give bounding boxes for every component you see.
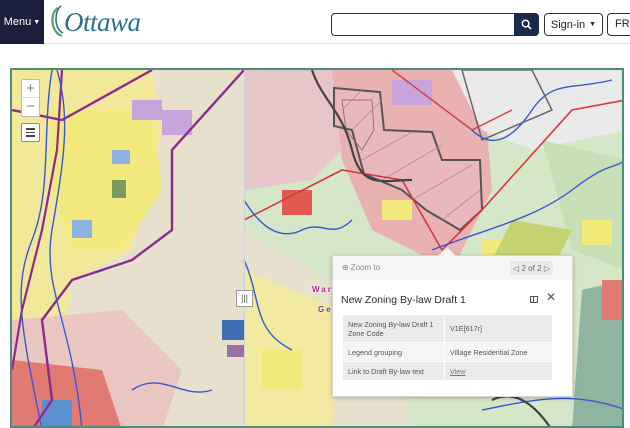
table-row: Legend grouping Village Residential Zone — [342, 342, 553, 362]
popup-title: New Zoning By-law Draft 1 — [341, 294, 466, 306]
table-row: New Zoning By-law Draft 1 Zone Code V1E[… — [342, 314, 553, 343]
dock-icon[interactable] — [530, 296, 538, 303]
zoom-out-button[interactable]: − — [22, 98, 39, 116]
attribute-key: New Zoning By-law Draft 1 Zone Code — [342, 314, 445, 343]
attribute-value: Village Residential Zone — [444, 342, 553, 362]
attribute-key: Link to Draft By-law text — [342, 361, 445, 381]
logo-wordmark: Ottawa — [64, 7, 141, 37]
menu-label: Menu — [3, 16, 32, 28]
caret-down-icon: ▼ — [33, 18, 41, 26]
view-bylaw-link[interactable]: View — [450, 367, 465, 376]
attribute-value: V1E[617r] — [444, 314, 553, 343]
zoom-to-button[interactable]: ⊕ Zoom to — [342, 263, 380, 272]
attribute-table: New Zoning By-law Draft 1 Zone Code V1E[… — [342, 314, 553, 381]
map-place-label: War — [312, 285, 333, 294]
feature-pager: ◁ 2 of 2 ▷ — [510, 261, 553, 275]
search-input[interactable] — [331, 13, 515, 36]
sign-in-label: Sign-in — [550, 18, 586, 31]
previous-feature-icon[interactable]: ◁ — [513, 264, 519, 273]
search-icon — [521, 19, 532, 30]
site-header: Menu ▼ Ottawa Sign-in ▼ FR — [0, 0, 630, 44]
language-toggle-button[interactable]: FR — [607, 13, 630, 36]
zoom-control: + − — [21, 79, 40, 117]
language-label: FR — [615, 18, 630, 30]
menu-button[interactable]: Menu ▼ — [0, 0, 44, 44]
pager-label: 2 of 2 — [521, 263, 542, 273]
caret-down-icon: ▼ — [589, 21, 597, 28]
swipe-divider[interactable] — [244, 70, 245, 426]
feature-popup: ⊕ Zoom to ◁ 2 of 2 ▷ New Zoning By-law Dr… — [332, 246, 573, 397]
zoning-map[interactable]: + − ||| War Ge ⊕ Zoom to ◁ 2 of 2 ▷ New Z… — [10, 68, 624, 428]
layer-list-button[interactable] — [21, 123, 40, 142]
search-button[interactable] — [514, 13, 539, 36]
close-icon[interactable]: ✕ — [546, 290, 556, 304]
attribute-key: Legend grouping — [342, 342, 445, 362]
next-feature-icon[interactable]: ▷ — [544, 264, 550, 273]
attribute-value: View — [444, 361, 553, 381]
swipe-handle[interactable]: ||| — [236, 290, 253, 307]
table-row: Link to Draft By-law text View — [342, 361, 553, 381]
zoom-to-label: Zoom to — [350, 263, 381, 272]
map-place-label: Ge — [318, 305, 333, 314]
popup-actions-bar: ⊕ Zoom to ◁ 2 of 2 ▷ — [333, 256, 572, 280]
zoom-in-button[interactable]: + — [22, 80, 39, 98]
sign-in-button[interactable]: Sign-in ▼ — [544, 13, 603, 36]
layer-list-icon — [26, 128, 35, 130]
zoom-magnifier-icon: ⊕ — [342, 263, 349, 272]
